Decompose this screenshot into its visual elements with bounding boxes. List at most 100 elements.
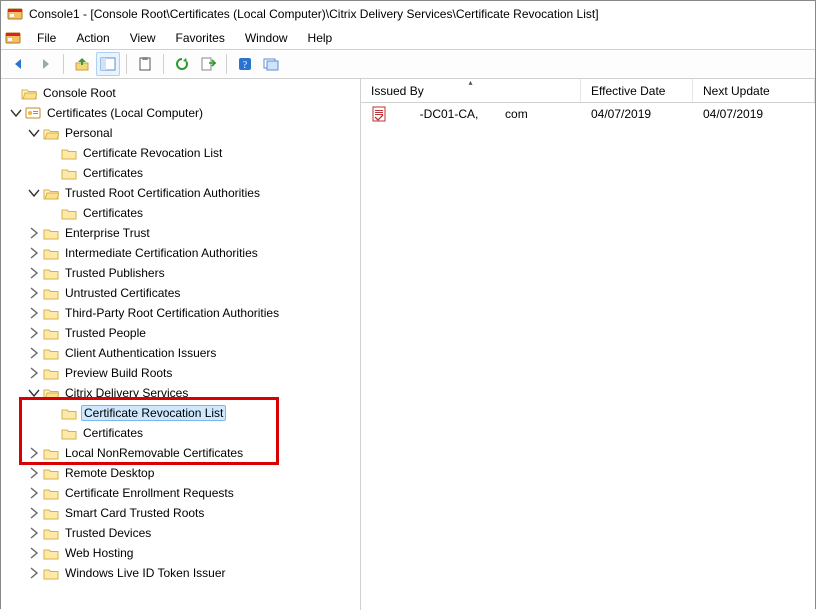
export-list-button[interactable] bbox=[196, 52, 220, 76]
expander-right-icon[interactable] bbox=[27, 226, 41, 240]
tree-remote-desktop[interactable]: Remote Desktop bbox=[5, 463, 360, 483]
expander-right-icon[interactable] bbox=[27, 266, 41, 280]
expander-right-icon[interactable] bbox=[27, 526, 41, 540]
tree-citrix-delivery-services[interactable]: Citrix Delivery Services bbox=[5, 383, 360, 403]
new-window-button[interactable] bbox=[259, 52, 283, 76]
show-hide-tree-button[interactable] bbox=[96, 52, 120, 76]
help-button[interactable]: ? bbox=[233, 52, 257, 76]
tree-trusted-publishers[interactable]: Trusted Publishers bbox=[5, 263, 360, 283]
expander-right-icon[interactable] bbox=[27, 326, 41, 340]
tree-web-hosting[interactable]: Web Hosting bbox=[5, 543, 360, 563]
tree-trusted-root-ca[interactable]: Trusted Root Certification Authorities bbox=[5, 183, 360, 203]
col-issued-by[interactable]: Issued By ▴ bbox=[361, 79, 581, 102]
folder-icon bbox=[43, 386, 59, 400]
list-pane[interactable]: Issued By ▴ Effective Date Next Update -… bbox=[361, 79, 815, 610]
expander-down-icon[interactable] bbox=[27, 386, 41, 400]
folder-icon bbox=[43, 246, 59, 260]
folder-icon bbox=[43, 326, 59, 340]
toolbar-separator bbox=[126, 54, 127, 74]
tree-label: Citrix Delivery Services bbox=[63, 386, 190, 400]
tree-local-nonremovable[interactable]: Local NonRemovable Certificates bbox=[5, 443, 360, 463]
tree-preview-build-roots[interactable]: Preview Build Roots bbox=[5, 363, 360, 383]
tree-untrusted[interactable]: Untrusted Certificates bbox=[5, 283, 360, 303]
tree-third-party-root[interactable]: Third-Party Root Certification Authoriti… bbox=[5, 303, 360, 323]
folder-icon bbox=[43, 446, 59, 460]
tree-trusted-devices[interactable]: Trusted Devices bbox=[5, 523, 360, 543]
tree-cds-crl[interactable]: Certificate Revocation List bbox=[5, 403, 360, 423]
up-button[interactable] bbox=[70, 52, 94, 76]
expander-right-icon[interactable] bbox=[27, 246, 41, 260]
menu-help[interactable]: Help bbox=[298, 29, 343, 47]
tree-label: Trusted Root Certification Authorities bbox=[63, 186, 262, 200]
tree-label: Certificate Revocation List bbox=[81, 405, 226, 421]
mmc-doc-icon bbox=[5, 30, 21, 46]
tree-trusted-people[interactable]: Trusted People bbox=[5, 323, 360, 343]
tree-windows-live-id[interactable]: Windows Live ID Token Issuer bbox=[5, 563, 360, 583]
expander-right-icon[interactable] bbox=[27, 546, 41, 560]
tree-intermediate-ca[interactable]: Intermediate Certification Authorities bbox=[5, 243, 360, 263]
expander-right-icon[interactable] bbox=[27, 446, 41, 460]
tree-label: Trusted People bbox=[63, 326, 148, 340]
folder-icon bbox=[43, 226, 59, 240]
tree-enterprise-trust[interactable]: Enterprise Trust bbox=[5, 223, 360, 243]
menu-window[interactable]: Window bbox=[235, 29, 298, 47]
expander-right-icon[interactable] bbox=[27, 366, 41, 380]
tree-cert-enroll-req[interactable]: Certificate Enrollment Requests bbox=[5, 483, 360, 503]
col-next-update[interactable]: Next Update bbox=[693, 79, 815, 102]
sort-asc-icon: ▴ bbox=[468, 79, 472, 87]
tree-certificates-local[interactable]: Certificates (Local Computer) bbox=[5, 103, 360, 123]
expander-right-icon[interactable] bbox=[27, 466, 41, 480]
toolbar: ? bbox=[1, 49, 815, 79]
window-title: Console1 - [Console Root\Certificates (L… bbox=[29, 7, 599, 21]
expander-right-icon[interactable] bbox=[27, 306, 41, 320]
expander-down-icon[interactable] bbox=[9, 106, 23, 120]
forward-button[interactable] bbox=[33, 52, 57, 76]
menu-view[interactable]: View bbox=[120, 29, 166, 47]
refresh-button[interactable] bbox=[170, 52, 194, 76]
folder-icon bbox=[43, 366, 59, 380]
tree-client-auth-issuers[interactable]: Client Authentication Issuers bbox=[5, 343, 360, 363]
menu-bar: File Action View Favorites Window Help bbox=[1, 27, 815, 49]
main-split: Console Root Certificates (Local Compute… bbox=[1, 79, 815, 610]
expander-down-icon[interactable] bbox=[27, 186, 41, 200]
expander-right-icon[interactable] bbox=[27, 346, 41, 360]
expander-right-icon[interactable] bbox=[27, 486, 41, 500]
cell-text: 04/07/2019 bbox=[703, 107, 763, 121]
tree-label: Web Hosting bbox=[63, 546, 135, 560]
cell-issued-by: -DC01-CA, com bbox=[361, 106, 581, 122]
clipboard-button[interactable] bbox=[133, 52, 157, 76]
tree-personal-crl[interactable]: Certificate Revocation List bbox=[5, 143, 360, 163]
tree-label: Trusted Publishers bbox=[63, 266, 167, 280]
tree-label: Console Root bbox=[41, 86, 118, 100]
col-effective-date[interactable]: Effective Date bbox=[581, 79, 693, 102]
tree-cds-certs[interactable]: Certificates bbox=[5, 423, 360, 443]
tree-personal[interactable]: Personal bbox=[5, 123, 360, 143]
tree-label: Client Authentication Issuers bbox=[63, 346, 218, 360]
folder-icon bbox=[43, 346, 59, 360]
menu-file[interactable]: File bbox=[27, 29, 66, 47]
tree-label: Personal bbox=[63, 126, 114, 140]
cell-effective-date: 04/07/2019 bbox=[581, 107, 693, 121]
menu-favorites[interactable]: Favorites bbox=[166, 29, 235, 47]
tree-trusted-root-ca-certs[interactable]: Certificates bbox=[5, 203, 360, 223]
list-row[interactable]: -DC01-CA, com 04/07/2019 04/07/2019 bbox=[361, 103, 815, 125]
tree-smart-card-trusted-roots[interactable]: Smart Card Trusted Roots bbox=[5, 503, 360, 523]
folder-icon bbox=[43, 286, 59, 300]
back-button[interactable] bbox=[7, 52, 31, 76]
folder-icon bbox=[43, 306, 59, 320]
menu-action[interactable]: Action bbox=[66, 29, 119, 47]
expander-right-icon[interactable] bbox=[27, 506, 41, 520]
tree-personal-certs[interactable]: Certificates bbox=[5, 163, 360, 183]
folder-icon bbox=[43, 186, 59, 200]
col-label: Issued By bbox=[371, 84, 424, 98]
cell-text: 04/07/2019 bbox=[591, 107, 651, 121]
tree-pane[interactable]: Console Root Certificates (Local Compute… bbox=[1, 79, 361, 610]
expander-right-icon[interactable] bbox=[27, 286, 41, 300]
tree-label: Remote Desktop bbox=[63, 466, 156, 480]
tree-root[interactable]: Console Root bbox=[5, 83, 360, 103]
expander-right-icon[interactable] bbox=[27, 566, 41, 580]
title-bar: Console1 - [Console Root\Certificates (L… bbox=[1, 1, 815, 27]
tree-label: Certificates bbox=[81, 166, 145, 180]
folder-icon bbox=[61, 406, 77, 420]
expander-down-icon[interactable] bbox=[27, 126, 41, 140]
